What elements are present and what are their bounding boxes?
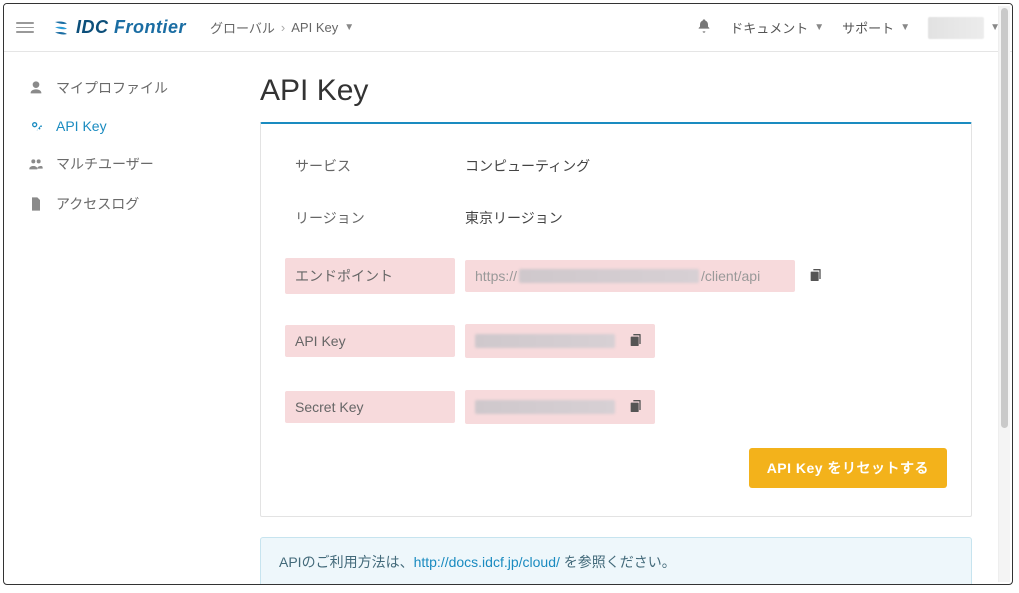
sidebar-item-multiuser[interactable]: マルチユーザー <box>14 144 234 184</box>
endpoint-label: エンドポイント <box>285 258 455 294</box>
sidebar: マイプロファイル API Key マルチユーザー アクセスログ <box>4 52 244 584</box>
endpoint-host-redacted <box>519 269 699 283</box>
scrollbar[interactable] <box>998 6 1010 582</box>
copy-icon <box>628 332 644 351</box>
endpoint-value: https:///client/api <box>465 260 795 292</box>
apikey-value <box>465 324 655 358</box>
caret-down-icon: ▼ <box>814 22 824 33</box>
api-info-box: APIのご利用方法は、http://docs.idcf.jp/cloud/ を参… <box>260 537 972 584</box>
row-region: リージョン 東京リージョン <box>285 200 947 236</box>
brand-mark-icon <box>52 19 70 37</box>
top-navbar: IDC Frontier グローバル › API Key ▼ ドキュメント ▼ … <box>4 4 1012 52</box>
info-prefix: APIのご利用方法は、 <box>279 554 414 570</box>
breadcrumb: グローバル › API Key ▼ <box>210 18 354 37</box>
document-icon <box>26 196 46 212</box>
breadcrumb-root[interactable]: グローバル <box>210 18 275 37</box>
account-name-redacted <box>928 17 984 39</box>
secretkey-label: Secret Key <box>285 391 455 423</box>
users-icon <box>26 156 46 172</box>
chevron-right-icon: › <box>281 20 285 35</box>
copy-apikey-button[interactable] <box>627 332 645 350</box>
region-label: リージョン <box>285 200 455 236</box>
caret-down-icon[interactable]: ▼ <box>344 22 354 33</box>
notifications-button[interactable] <box>696 18 712 37</box>
row-endpoint: エンドポイント https:///client/api <box>285 252 947 300</box>
info-suffix: を参照ください。 <box>560 554 676 570</box>
brand-logo-area[interactable]: IDC Frontier <box>52 17 186 38</box>
row-secretkey: Secret Key <box>285 382 947 432</box>
apikey-redacted <box>475 334 615 348</box>
secretkey-redacted <box>475 400 615 414</box>
account-menu[interactable]: ▼ <box>928 17 1000 39</box>
main-content: API Key サービス コンピューティング リージョン 東京リージョン エンド… <box>244 52 1012 584</box>
reset-apikey-button[interactable]: API Key をリセットする <box>749 448 947 488</box>
gears-icon <box>26 118 46 134</box>
documents-label: ドキュメント <box>730 18 808 37</box>
support-menu[interactable]: サポート ▼ <box>842 18 910 37</box>
service-label: サービス <box>285 148 455 184</box>
apikey-label: API Key <box>285 325 455 357</box>
apikey-panel: サービス コンピューティング リージョン 東京リージョン エンドポイント htt… <box>260 122 972 517</box>
page-title: API Key <box>260 74 972 108</box>
support-label: サポート <box>842 18 894 37</box>
user-icon <box>26 80 46 96</box>
sidebar-item-label: API Key <box>56 118 107 134</box>
secretkey-value <box>465 390 655 424</box>
api-docs-link[interactable]: http://docs.idcf.jp/cloud/ <box>414 554 560 570</box>
row-service: サービス コンピューティング <box>285 148 947 184</box>
sidebar-item-accesslog[interactable]: アクセスログ <box>14 184 234 224</box>
sidebar-item-myprofile[interactable]: マイプロファイル <box>14 68 234 108</box>
documents-menu[interactable]: ドキュメント ▼ <box>730 18 824 37</box>
copy-icon <box>628 398 644 417</box>
bell-icon <box>696 18 712 37</box>
sidebar-item-label: アクセスログ <box>56 194 139 214</box>
scrollbar-thumb[interactable] <box>1001 8 1008 428</box>
menu-toggle-icon[interactable] <box>16 18 36 38</box>
copy-secretkey-button[interactable] <box>627 398 645 416</box>
sidebar-item-label: マイプロファイル <box>56 78 168 98</box>
sidebar-item-apikey[interactable]: API Key <box>14 108 234 144</box>
copy-icon <box>808 267 824 286</box>
region-value: 東京リージョン <box>455 200 947 236</box>
row-apikey: API Key <box>285 316 947 366</box>
brand-text: IDC Frontier <box>76 17 186 38</box>
copy-endpoint-button[interactable] <box>807 267 825 285</box>
sidebar-item-label: マルチユーザー <box>56 154 154 174</box>
service-value: コンピューティング <box>455 148 947 184</box>
breadcrumb-current[interactable]: API Key <box>291 20 338 35</box>
caret-down-icon: ▼ <box>900 22 910 33</box>
